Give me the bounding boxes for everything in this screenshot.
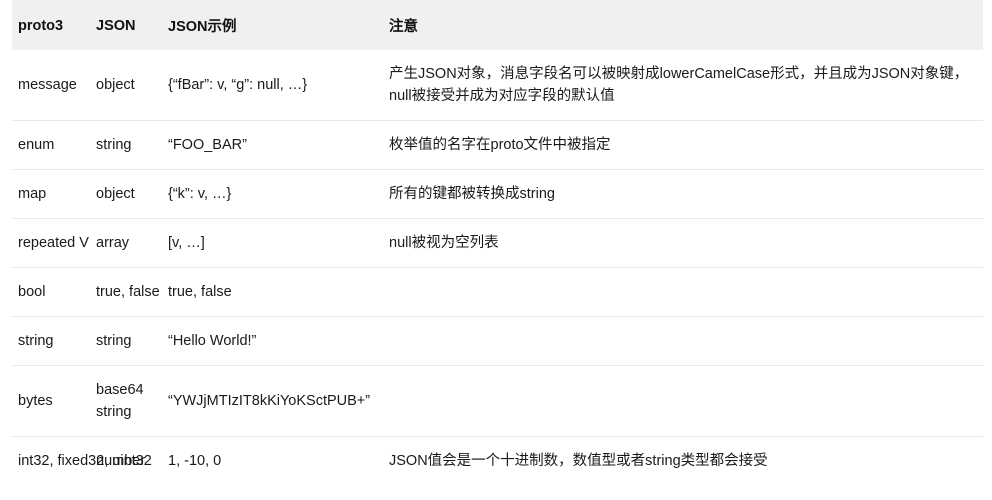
cell-json-type: base64 string [96, 365, 168, 437]
cell-json-type: string [96, 316, 168, 366]
table-row: bool true, false true, false [12, 267, 983, 317]
column-header-notes: 注意 [372, 0, 983, 50]
column-header-json: JSON [96, 0, 168, 50]
cell-json-type: object [96, 169, 168, 219]
cell-json-example: {“fBar”: v, “g”: null, …} [168, 77, 308, 94]
cell-notes: 所有的键都被转换成string [372, 169, 983, 219]
cell-json-type: true, false [96, 267, 168, 317]
cell-proto3-type: bool [12, 267, 96, 317]
cell-json-type: array [96, 218, 168, 268]
cell-json-type: string [96, 120, 168, 170]
table-row: bytes base64 string “YWJjMTIzIT8kKiYoKSc… [12, 365, 983, 437]
cell-notes [372, 316, 983, 366]
cell-json-example: [v, …] [168, 218, 372, 268]
cell-notes: JSON值会是一个十进制数，数值型或者string类型都会接受 [372, 436, 983, 486]
table-header-row: proto3 JSON JSON示例 注意 [12, 0, 983, 50]
cell-proto3-type: bytes [12, 365, 96, 437]
cell-notes: null被视为空列表 [372, 218, 983, 268]
cell-notes [372, 365, 983, 437]
table-row: message object {“fBar”: v, “g”: null, …}… [12, 50, 983, 121]
column-header-json-example: JSON示例 [168, 0, 372, 50]
column-header-proto3: proto3 [12, 0, 96, 50]
cell-json-example: “YWJjMTIzIT8kKiYoKSctPUB+” [168, 365, 372, 437]
cell-json-example: “FOO_BAR” [168, 120, 372, 170]
table-row: string string “Hello World!” [12, 316, 983, 366]
cell-json-example: “Hello World!” [168, 316, 372, 366]
table-row: enum string “FOO_BAR” 枚举值的名字在proto文件中被指定 [12, 120, 983, 170]
cell-proto3-type: int32, fixed32, uint32 [12, 436, 152, 486]
table-header: proto3 JSON JSON示例 注意 [12, 0, 983, 50]
cell-proto3-type: enum [12, 120, 96, 170]
table-row: int32, fixed32, uint32 number 1, -10, 0 … [12, 436, 983, 486]
proto3-json-mapping-table: proto3 JSON JSON示例 注意 message object {“f… [12, 0, 983, 486]
table-row: map object {“k”: v, …} 所有的键都被转换成string [12, 169, 983, 219]
cell-proto3-type: repeated V [12, 218, 96, 268]
cell-json-example: 1, -10, 0 [168, 436, 372, 486]
cell-notes: 枚举值的名字在proto文件中被指定 [372, 120, 983, 170]
cell-json-example: {“k”: v, …} [168, 169, 372, 219]
cell-proto3-type: message [18, 77, 77, 94]
cell-notes: 产生JSON对象，消息字段名可以被映射成lowerCamelCase形式，并且成… [389, 66, 969, 105]
cell-json-type: number [96, 436, 168, 486]
cell-json-type: object [96, 77, 135, 94]
cell-notes [372, 267, 983, 317]
table-row: repeated V array [v, …] null被视为空列表 [12, 218, 983, 268]
cell-proto3-type: string [12, 316, 96, 366]
cell-json-example: true, false [168, 267, 372, 317]
table-body: message object {“fBar”: v, “g”: null, …}… [12, 50, 983, 486]
cell-proto3-type: map [12, 169, 96, 219]
